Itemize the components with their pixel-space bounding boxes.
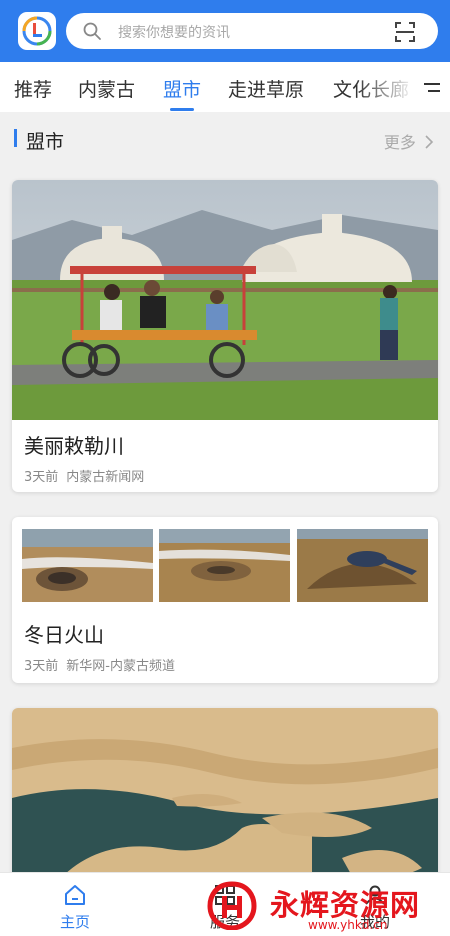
article-meta: 3天前 新华网-内蒙古频道 (24, 655, 183, 674)
scan-icon[interactable] (394, 21, 416, 43)
article-source: 新华网-内蒙古频道 (66, 659, 175, 674)
tab-league-city[interactable]: 盟市 (163, 75, 201, 102)
tab-recommend[interactable]: 推荐 (14, 75, 52, 102)
article-time: 3天前 (24, 470, 59, 485)
watermark-url: www.yhkd.cn (308, 918, 388, 932)
tabs-menu-button[interactable] (414, 62, 450, 112)
section-title: 盟市 (26, 131, 65, 153)
article-card[interactable] (12, 708, 438, 888)
section-accent-bar (14, 129, 17, 147)
article-time: 3天前 (24, 659, 59, 674)
search-placeholder[interactable]: 搜索你想要的资讯 (118, 22, 230, 42)
app-header: 搜索你想要的资讯 (0, 0, 450, 62)
more-link[interactable]: 更多 (384, 129, 434, 153)
active-tab-indicator (170, 108, 194, 111)
app-logo[interactable] (18, 12, 56, 50)
nav-home[interactable]: 主页 (0, 873, 150, 936)
tab-inner-mongolia[interactable]: 内蒙古 (78, 75, 135, 102)
article-image (12, 708, 438, 888)
search-bar[interactable]: 搜索你想要的资讯 (66, 13, 438, 49)
article-image-1 (22, 529, 153, 602)
chevron-right-icon (425, 135, 434, 149)
article-meta: 3天前 内蒙古新闻网 (24, 466, 152, 485)
tabs-fade (356, 62, 416, 112)
section-header: 盟市 更多 (0, 112, 450, 168)
article-image-2 (159, 529, 290, 602)
search-icon (83, 22, 101, 40)
watermark: 永辉资源网 www.yhkd.cn (200, 878, 440, 936)
tab-grassland[interactable]: 走进草原 (228, 75, 304, 102)
watermark-logo-icon (207, 881, 257, 930)
article-image-3 (297, 529, 428, 602)
article-image (12, 180, 438, 420)
article-card[interactable]: 冬日火山 3天前 新华网-内蒙古频道 (12, 517, 438, 683)
article-source: 内蒙古新闻网 (66, 470, 145, 485)
nav-home-label: 主页 (59, 913, 90, 931)
more-label: 更多 (383, 133, 416, 152)
article-card[interactable]: 美丽敕勒川 3天前 内蒙古新闻网 (12, 180, 438, 492)
article-title[interactable]: 美丽敕勒川 (24, 430, 124, 459)
home-icon (65, 885, 85, 905)
menu-icon (424, 83, 440, 92)
article-title[interactable]: 冬日火山 (24, 619, 104, 648)
